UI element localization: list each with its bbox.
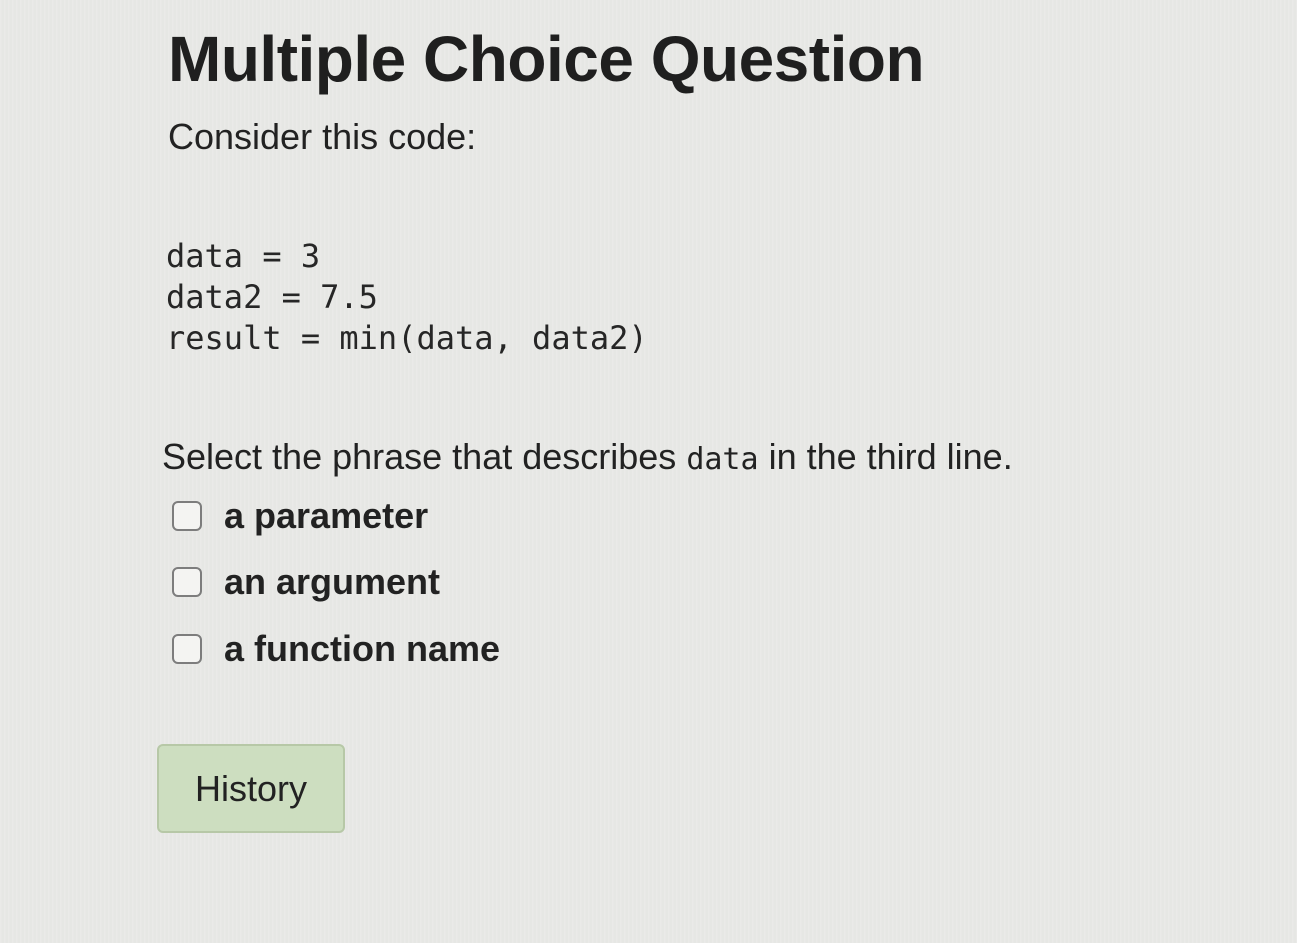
quiz-page: Multiple Choice Question Consider this c… [0, 0, 1297, 943]
history-button[interactable]: History [157, 744, 345, 833]
prompt-text: Select the phrase that describes [162, 436, 687, 477]
prompt-text: in the third line. [758, 436, 1013, 477]
code-line: data = 3 [166, 237, 321, 275]
question-intro: Consider this code: [168, 116, 477, 157]
option-label: an argument [224, 561, 441, 602]
code-line: result = min(data, data2) [166, 319, 648, 357]
checkbox[interactable] [172, 501, 202, 531]
checkbox[interactable] [172, 567, 202, 597]
code-line: data2 = 7.5 [166, 278, 378, 316]
option-label: a parameter [224, 495, 429, 536]
option-an-argument[interactable]: an argument [172, 561, 440, 603]
question-prompt: Select the phrase that describes data in… [162, 436, 1013, 478]
checkbox[interactable] [172, 634, 202, 664]
option-label: a function name [224, 628, 501, 669]
option-a-parameter[interactable]: a parameter [172, 495, 428, 537]
page-title: Multiple Choice Question [168, 23, 925, 95]
option-a-function-name[interactable]: a function name [172, 628, 500, 670]
prompt-code: data [686, 442, 759, 477]
code-block: data = 3 data2 = 7.5 result = min(data, da… [166, 236, 648, 359]
